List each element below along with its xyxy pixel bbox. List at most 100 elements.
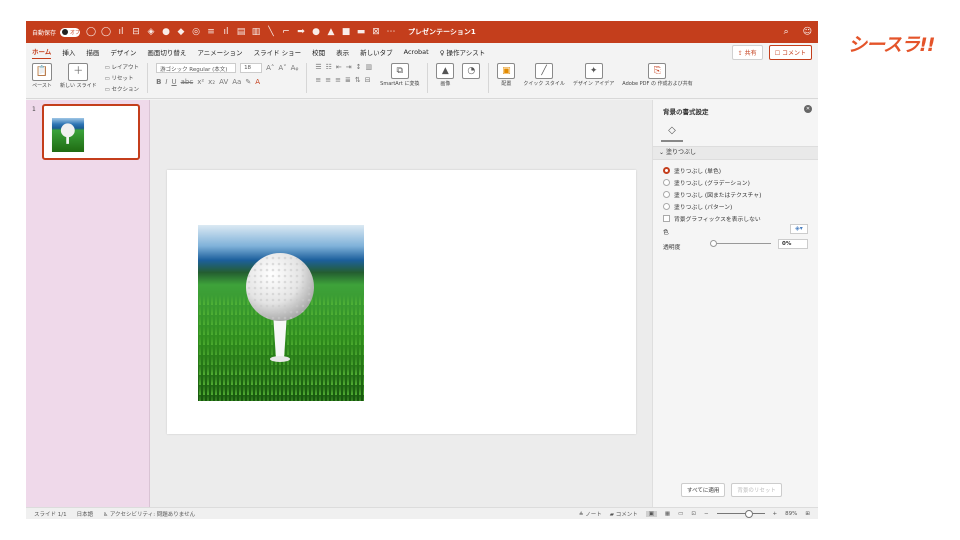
golf-ball-image[interactable] [198, 225, 364, 401]
font-shrink-icon[interactable]: A˅ [278, 64, 286, 72]
tab-transitions[interactable]: 画面切り替え [147, 47, 186, 57]
zoom-level[interactable]: 89% [785, 511, 797, 517]
slide-thumbnail[interactable] [42, 104, 140, 160]
reset-background-button[interactable]: 背景のリセット [731, 483, 782, 497]
align-icon[interactable]: ≡ [206, 27, 216, 37]
picture-icon[interactable]: ⊠ [371, 27, 381, 37]
tab-tell-me[interactable]: ♀ 操作アシスト [440, 47, 486, 57]
transparency-input[interactable]: 0% [778, 239, 808, 249]
oval-shape-icon-2[interactable]: ◯ [101, 27, 111, 37]
bullets-icon[interactable]: ☰ [315, 63, 321, 71]
shape-icon[interactable]: ◈ [146, 27, 156, 37]
accessibility-status[interactable]: ♿ アクセシビリティ: 問題ありません [103, 510, 195, 518]
align-text-icon[interactable]: ⊟ [365, 76, 371, 84]
triangle-icon[interactable]: ▲ [326, 27, 336, 37]
normal-view-icon[interactable]: ▣ [645, 510, 657, 517]
language[interactable]: 日本語 [77, 510, 94, 518]
color-picker-button[interactable]: ◈▾ [790, 224, 808, 234]
slide-icon[interactable]: ▤ [236, 27, 246, 37]
rectangle-icon[interactable]: ▬ [356, 27, 366, 37]
arrange-button[interactable]: ▣ 配置 [497, 63, 516, 87]
search-icon[interactable]: ⌕ [784, 27, 789, 37]
section-button[interactable]: セクション [105, 85, 140, 93]
indent-decrease-icon[interactable]: ⇤ [336, 63, 342, 71]
slider-handle[interactable] [710, 240, 717, 247]
circle-icon[interactable]: ● [311, 27, 321, 37]
comment-button[interactable]: ☐ コメント [768, 44, 812, 60]
fill-section-header[interactable]: ⌄ 塗りつぶし [653, 146, 818, 160]
autosave-toggle[interactable]: オフ [60, 27, 80, 37]
tab-insert[interactable]: 挿入 [62, 47, 75, 57]
design-ideas-button[interactable]: ✦ デザイン アイデア [573, 63, 614, 87]
tab-animations[interactable]: アニメーション [197, 47, 242, 57]
indent-increase-icon[interactable]: ⇥ [346, 63, 352, 71]
align-right-icon[interactable]: ≡ [335, 76, 341, 84]
apply-to-all-button[interactable]: すべてに適用 [681, 483, 726, 497]
notes-button[interactable]: ≙ ノート [579, 510, 602, 518]
zoom-in-icon[interactable]: + [773, 511, 778, 517]
shapes-button[interactable]: ◔ [462, 63, 481, 79]
change-case-icon[interactable]: Aa [232, 78, 241, 86]
shape-icon-2[interactable]: ● [161, 27, 171, 37]
tab-view[interactable]: 表示 [336, 47, 349, 57]
paste-group[interactable]: 📋 ペースト [32, 63, 52, 89]
columns-icon[interactable]: ▥ [366, 63, 373, 71]
tab-acrobat[interactable]: Acrobat [404, 48, 429, 56]
tab-review[interactable]: 校閲 [312, 47, 325, 57]
fit-slide-icon[interactable]: ⊞ [805, 511, 810, 517]
connector-icon[interactable]: ⌐ [281, 27, 291, 37]
fill-option-solid[interactable]: 塗りつぶし (単色) [663, 166, 761, 175]
oval-shape-icon[interactable]: ◯ [86, 27, 96, 37]
chart-icon-2[interactable]: ıl [221, 27, 231, 37]
highlight-icon[interactable]: ✎ [245, 78, 251, 86]
strikethrough-icon[interactable]: abc [181, 78, 194, 86]
radio[interactable] [663, 203, 670, 210]
image-button[interactable]: ▲ 画像 [436, 63, 455, 87]
slideshow-icon[interactable]: ⊡ [691, 511, 696, 517]
font-grow-icon[interactable]: A˄ [266, 64, 274, 72]
adobe-pdf-button[interactable]: ⎘ Adobe PDF の 作成および共有 [622, 63, 693, 87]
fill-bucket-icon[interactable]: ◇ [661, 122, 683, 142]
quick-styles-button[interactable]: ╱ クイック スタイル [523, 63, 565, 87]
close-icon[interactable]: ✕ [804, 105, 812, 113]
clear-format-icon[interactable]: Aᵩ [291, 64, 299, 72]
text-direction-icon[interactable]: ⇅ [355, 76, 361, 84]
tab-draw[interactable]: 描画 [86, 47, 99, 57]
fill-option-pattern[interactable]: 塗りつぶし (パターン) [663, 202, 761, 211]
slide-icon-2[interactable]: ▥ [251, 27, 261, 37]
bold-icon[interactable]: B [156, 78, 161, 86]
smartart-button[interactable]: ⧉ SmartArt に変換 [380, 63, 419, 87]
table-icon[interactable]: ⊟ [131, 27, 141, 37]
radio[interactable] [663, 191, 670, 198]
reset-button[interactable]: リセット [105, 74, 139, 82]
radio-selected[interactable] [663, 167, 670, 174]
more-icon[interactable]: ⋯ [386, 27, 396, 37]
numbering-icon[interactable]: ☷ [326, 63, 332, 71]
fill-option-picture[interactable]: 塗りつぶし (図またはテクスチャ) [663, 190, 761, 199]
font-name-select[interactable]: 游ゴシック Regular (本文) [156, 63, 237, 73]
new-slide-button[interactable]: ＋ 新しい スライド [60, 63, 97, 89]
tab-design[interactable]: デザイン [110, 47, 136, 57]
reading-view-icon[interactable]: ▭ [678, 511, 683, 517]
zoom-out-icon[interactable]: − [704, 511, 709, 517]
slide-sorter-icon[interactable]: ▦ [665, 511, 670, 517]
fill-option-gradient[interactable]: 塗りつぶし (グラデーション) [663, 178, 761, 187]
font-color-icon[interactable]: A [255, 78, 260, 86]
chart-icon[interactable]: ıl [116, 27, 126, 37]
shape-icon-3[interactable]: ◆ [176, 27, 186, 37]
underline-icon[interactable]: U [171, 78, 176, 86]
line-icon[interactable]: ╲ [266, 27, 276, 37]
radio[interactable] [663, 179, 670, 186]
square-icon[interactable]: ■ [341, 27, 351, 37]
zoom-slider[interactable] [716, 510, 765, 518]
line-spacing-icon[interactable]: ↕ [356, 63, 362, 71]
help-icon[interactable]: ☺ [803, 27, 812, 37]
char-spacing-icon[interactable]: AV [219, 78, 228, 86]
checkbox[interactable] [663, 215, 670, 222]
italic-icon[interactable]: I [165, 78, 167, 86]
comments-button[interactable]: ▰ コメント [610, 510, 638, 518]
share-button[interactable]: ⇪ 共有 [731, 44, 763, 60]
layout-button[interactable]: レイアウト [105, 63, 140, 71]
transparency-slider[interactable] [710, 240, 771, 247]
hide-background-graphics[interactable]: 背景グラフィックスを表示しない [663, 214, 761, 223]
